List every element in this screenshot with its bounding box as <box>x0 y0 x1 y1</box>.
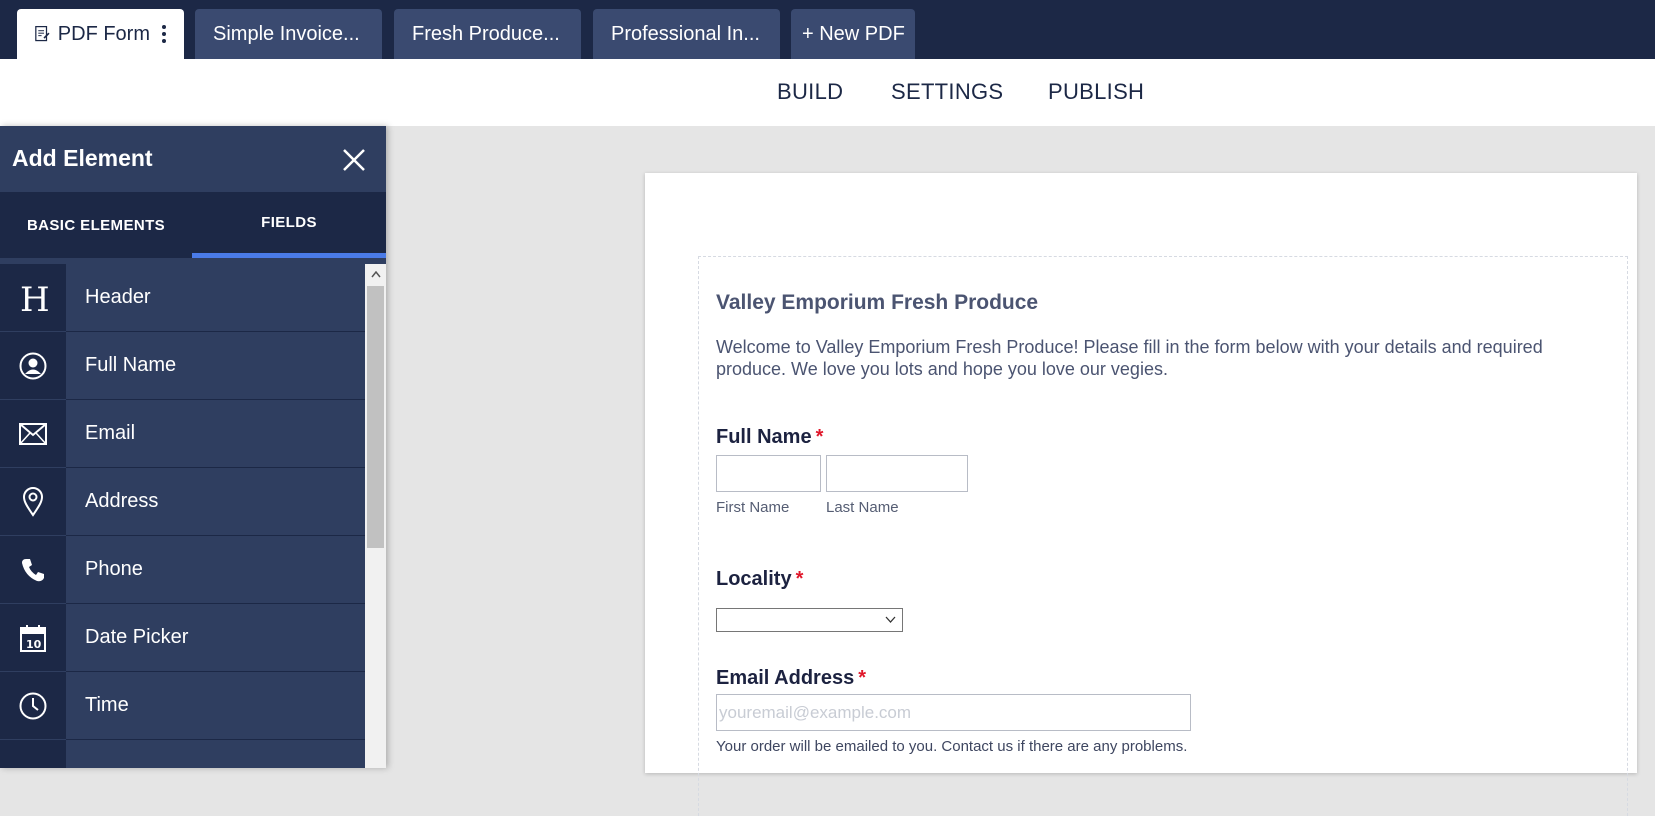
tab-fields-label: FIELDS <box>261 214 317 231</box>
tab-simple-invoice[interactable]: Simple Invoice... <box>195 9 382 59</box>
field-item-label: Address <box>66 468 365 536</box>
email-question[interactable]: Email Address * <box>716 667 866 690</box>
last-name-sublabel: Last Name <box>826 499 899 516</box>
field-item-email[interactable]: Email <box>0 400 365 468</box>
builder-nav: BUILD SETTINGS PUBLISH <box>0 59 1655 126</box>
field-item-label: Time <box>66 672 365 740</box>
user-icon <box>19 352 47 379</box>
tab-label: PDF Form <box>57 22 150 45</box>
nav-build[interactable]: BUILD <box>777 79 843 105</box>
field-item-header[interactable]: H Header <box>0 264 365 332</box>
field-item-label: Date Picker <box>66 604 365 672</box>
more-options-icon[interactable] <box>162 25 166 43</box>
field-item-address[interactable]: Address <box>0 468 365 536</box>
svg-text:H: H <box>20 281 48 315</box>
new-pdf-button[interactable]: + New PDF <box>791 9 915 59</box>
panel-scrollbar[interactable] <box>365 264 386 768</box>
locality-select[interactable] <box>716 608 903 632</box>
panel-title: Add Element <box>12 145 153 171</box>
close-icon[interactable] <box>340 146 368 174</box>
email-placeholder: youremail@example.com <box>719 702 912 722</box>
tab-label: Professional In... <box>611 22 760 45</box>
field-item-full-name[interactable]: Full Name <box>0 332 365 400</box>
map-pin-icon <box>22 486 44 517</box>
field-item-label: Email <box>66 400 365 468</box>
form-title[interactable]: Valley Emporium Fresh Produce <box>716 291 1038 315</box>
nav-publish[interactable]: PUBLISH <box>1048 79 1144 105</box>
tab-fields[interactable]: FIELDS <box>192 192 386 258</box>
required-mark: * <box>795 568 804 590</box>
field-item-partial[interactable] <box>0 740 365 768</box>
svg-text:10: 10 <box>26 638 42 651</box>
tab-basic-elements-label: BASIC ELEMENTS <box>26 216 166 234</box>
nav-settings[interactable]: SETTINGS <box>891 79 1003 105</box>
last-name-input[interactable] <box>826 455 968 492</box>
tab-label: Fresh Produce... <box>412 22 560 45</box>
field-item-label: Phone <box>66 536 365 604</box>
required-mark: * <box>858 667 866 689</box>
locality-question[interactable]: Locality * <box>716 568 803 591</box>
email-input[interactable]: youremail@example.com <box>716 694 1191 731</box>
scrollbar-thumb[interactable] <box>367 286 384 548</box>
field-item-time[interactable]: Time <box>0 672 365 740</box>
form-content: Valley Emporium Fresh Produce Welcome to… <box>698 256 1628 816</box>
clock-icon <box>19 692 47 719</box>
tab-basic-elements[interactable]: BASIC ELEMENTS <box>0 192 192 258</box>
scroll-up-icon[interactable] <box>365 264 386 284</box>
panel-tabs: BASIC ELEMENTS FIELDS <box>0 192 386 258</box>
full-name-question[interactable]: Full Name * <box>716 426 823 449</box>
phone-icon <box>22 558 44 581</box>
panel-header: Add Element <box>0 126 386 192</box>
add-element-panel: Add Element BASIC ELEMENTS FIELDS H Head… <box>0 126 386 768</box>
field-item-label: Full Name <box>66 332 365 400</box>
chevron-down-icon <box>885 616 896 623</box>
locality-label: Locality <box>716 568 792 590</box>
new-pdf-label: + New PDF <box>802 22 905 45</box>
envelope-icon <box>19 422 47 445</box>
tab-label: Simple Invoice... <box>213 22 360 45</box>
first-name-input[interactable] <box>716 455 821 492</box>
calendar-icon: 10 <box>20 624 46 652</box>
required-mark: * <box>815 426 824 448</box>
field-item-phone[interactable]: Phone <box>0 536 365 604</box>
first-name-sublabel: First Name <box>716 499 790 516</box>
tab-professional-invoice[interactable]: Professional In... <box>593 9 780 59</box>
email-note: Your order will be emailed to you. Conta… <box>716 738 1188 755</box>
tab-fresh-produce[interactable]: Fresh Produce... <box>394 9 581 59</box>
tab-pdf-form[interactable]: PDF Form <box>17 9 184 59</box>
full-name-label: Full Name <box>716 426 812 448</box>
form-description[interactable]: Welcome to Valley Emporium Fresh Produce… <box>716 336 1576 380</box>
email-label: Email Address <box>716 667 855 689</box>
field-item-date-picker[interactable]: 10 Date Picker <box>0 604 365 672</box>
form-page: Valley Emporium Fresh Produce Welcome to… <box>645 173 1637 816</box>
fields-list: H Header Full Name Email Address Phone 1… <box>0 264 365 768</box>
document-edit-icon <box>35 25 50 42</box>
field-item-label: Header <box>66 264 365 332</box>
document-tab-bar: PDF Form Simple Invoice... Fresh Produce… <box>0 0 1655 59</box>
header-icon: H <box>20 281 48 315</box>
